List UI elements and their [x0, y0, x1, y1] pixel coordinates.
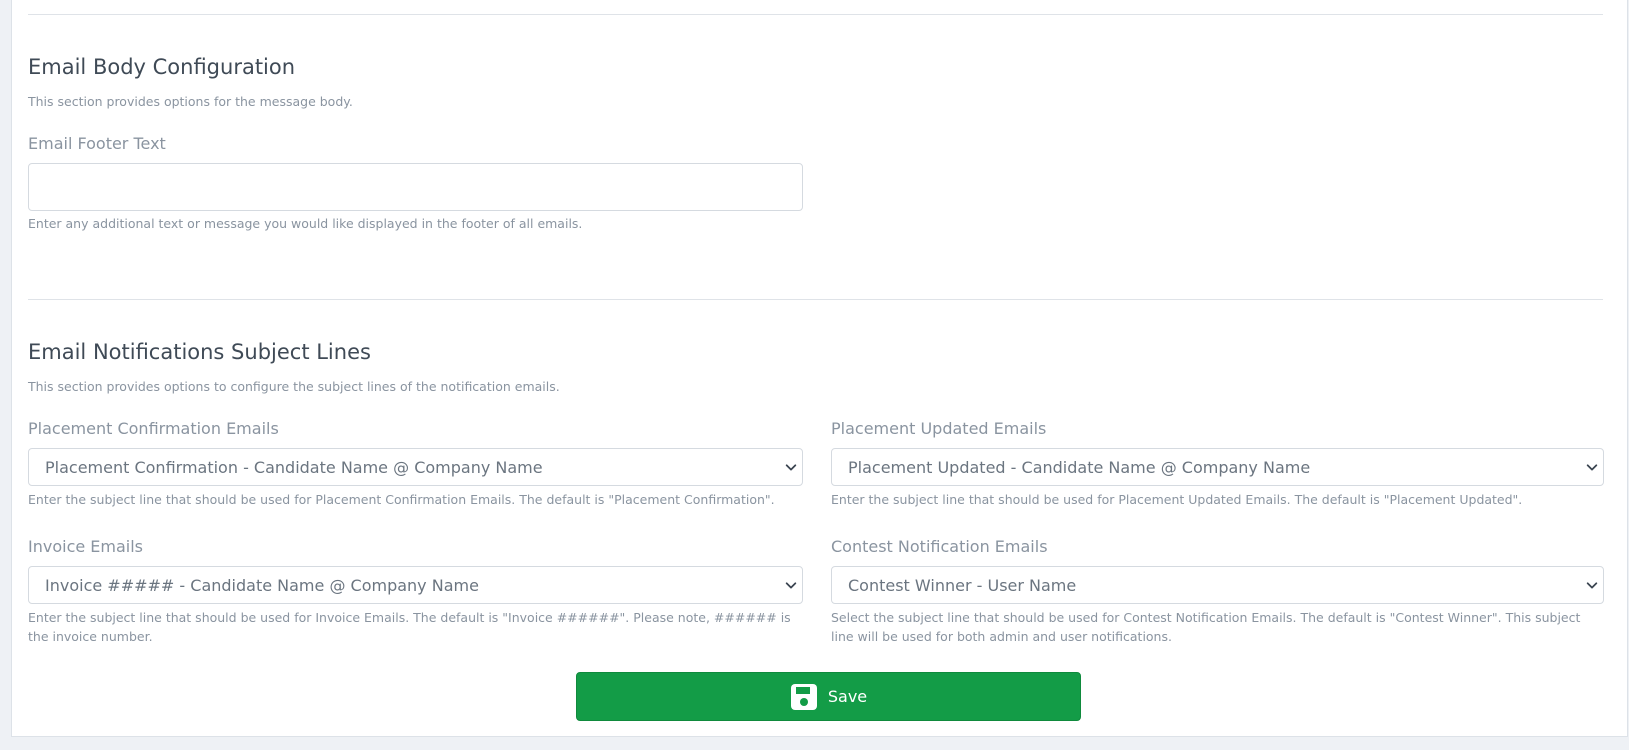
- email-footer-help: Enter any additional text or message you…: [28, 216, 583, 231]
- save-button[interactable]: Save: [576, 672, 1081, 721]
- body-section-description: This section provides options for the me…: [28, 94, 353, 109]
- invoice-label: Invoice Emails: [28, 537, 144, 556]
- contest-notification-select[interactable]: Contest Winner - User Name: [831, 566, 1604, 604]
- invoice-help: Enter the subject line that should be us…: [28, 610, 791, 644]
- invoice-selected: Invoice ##### - Candidate Name @ Company…: [45, 576, 479, 595]
- placement-confirmation-label: Placement Confirmation Emails: [28, 419, 279, 438]
- top-divider: [28, 14, 1603, 15]
- save-button-label: Save: [827, 687, 868, 706]
- chevron-down-icon: [785, 464, 797, 471]
- chevron-down-icon: [785, 582, 797, 589]
- placement-confirmation-selected: Placement Confirmation - Candidate Name …: [45, 458, 543, 477]
- email-footer-input[interactable]: [28, 163, 803, 211]
- floppy-disk-icon: [790, 683, 817, 710]
- invoice-select[interactable]: Invoice ##### - Candidate Name @ Company…: [28, 566, 803, 604]
- contest-notification-label: Contest Notification Emails: [831, 537, 1048, 556]
- contest-notification-help: Select the subject line that should be u…: [831, 610, 1581, 644]
- subject-section-description: This section provides options to configu…: [28, 379, 560, 394]
- placement-updated-label: Placement Updated Emails: [831, 419, 1047, 438]
- placement-updated-selected: Placement Updated - Candidate Name @ Com…: [848, 458, 1311, 477]
- settings-card: Email Body Configuration This section pr…: [11, 0, 1628, 737]
- email-footer-label: Email Footer Text: [28, 134, 166, 153]
- contest-notification-selected: Contest Winner - User Name: [848, 576, 1077, 595]
- section-divider: [28, 299, 1603, 300]
- placement-updated-help: Enter the subject line that should be us…: [831, 492, 1523, 507]
- placement-confirmation-help: Enter the subject line that should be us…: [28, 492, 775, 507]
- placement-confirmation-select[interactable]: Placement Confirmation - Candidate Name …: [28, 448, 803, 486]
- chevron-down-icon: [1586, 582, 1598, 589]
- save-button-content: Save: [577, 673, 1080, 720]
- chevron-down-icon: [1586, 464, 1598, 471]
- placement-updated-select[interactable]: Placement Updated - Candidate Name @ Com…: [831, 448, 1604, 486]
- subject-section-title: Email Notifications Subject Lines: [28, 340, 371, 364]
- body-section-title: Email Body Configuration: [28, 55, 296, 79]
